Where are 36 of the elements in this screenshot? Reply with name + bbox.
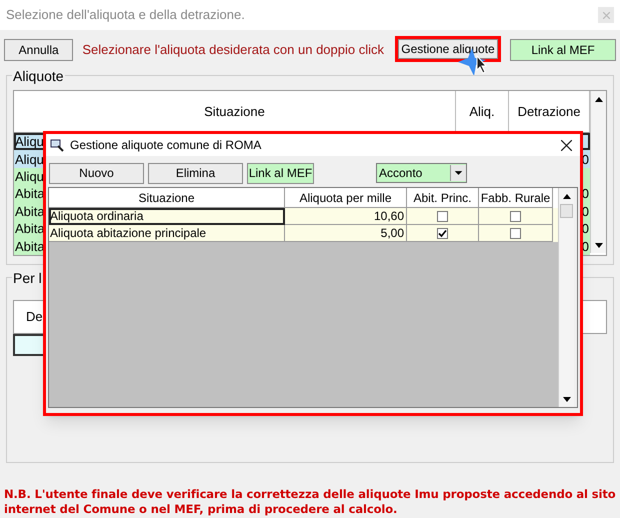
table-cell: Aliquota abitazione principale [49,225,285,242]
table-row[interactable]: Aliquota abitazione principale 5,00 [49,225,558,242]
dialog-title: Gestione aliquote comune di ROMA [70,137,262,154]
table-cell: 5,00 [285,225,407,242]
table-cell: Aliqu [14,135,44,148]
action-button[interactable]: Nuovo [49,162,144,184]
window-title: Selezione dell'aliquota e della detrazione. [6,6,245,24]
scroll-thumb[interactable] [560,204,573,218]
table-cell: Aliqu [14,170,44,183]
link-button[interactable]: Link al MEF [247,162,314,184]
dropdown-caret-icon [450,165,466,181]
instruction-text: Selezionare l'aliquota desiderata con un doppio click [82,41,384,60]
column-header[interactable]: Situazione [49,188,285,208]
checkbox[interactable] [437,228,448,238]
scrollbar[interactable] [590,91,606,253]
magnifier-icon [50,138,64,152]
action-button[interactable]: Annulla [4,39,74,61]
table-cell: Abita [14,240,45,253]
scrollbar[interactable] [558,188,574,407]
disclaimer-text: N.B. L'utente finale deve verificare la correttezza delle aliquote Imu proposte accedendo al sito internet del Comune o nel MEF, prima di procedere al calcolo. [3,487,617,517]
table-cell: Abita [14,222,45,236]
action-button[interactable]: Elimina [148,162,243,184]
table-cell: Abita [14,204,45,218]
checkbox[interactable] [510,228,521,238]
checkbox[interactable] [437,210,448,222]
table-cell: Aliquota ordinaria [49,208,285,225]
table-row[interactable]: Aliquota ordinaria 10,60 [49,208,558,225]
period-dropdown[interactable]: Acconto [376,163,467,183]
table-cell: Abita [14,187,45,200]
link-button[interactable]: Link al MEF [510,39,616,61]
column-header[interactable]: De [26,307,43,327]
action-button[interactable]: Gestione aliquote [398,39,498,59]
close-icon[interactable] [561,140,572,150]
table-cell: Aliqu [14,152,44,166]
checkbox[interactable] [510,210,521,222]
close-icon [602,12,610,18]
